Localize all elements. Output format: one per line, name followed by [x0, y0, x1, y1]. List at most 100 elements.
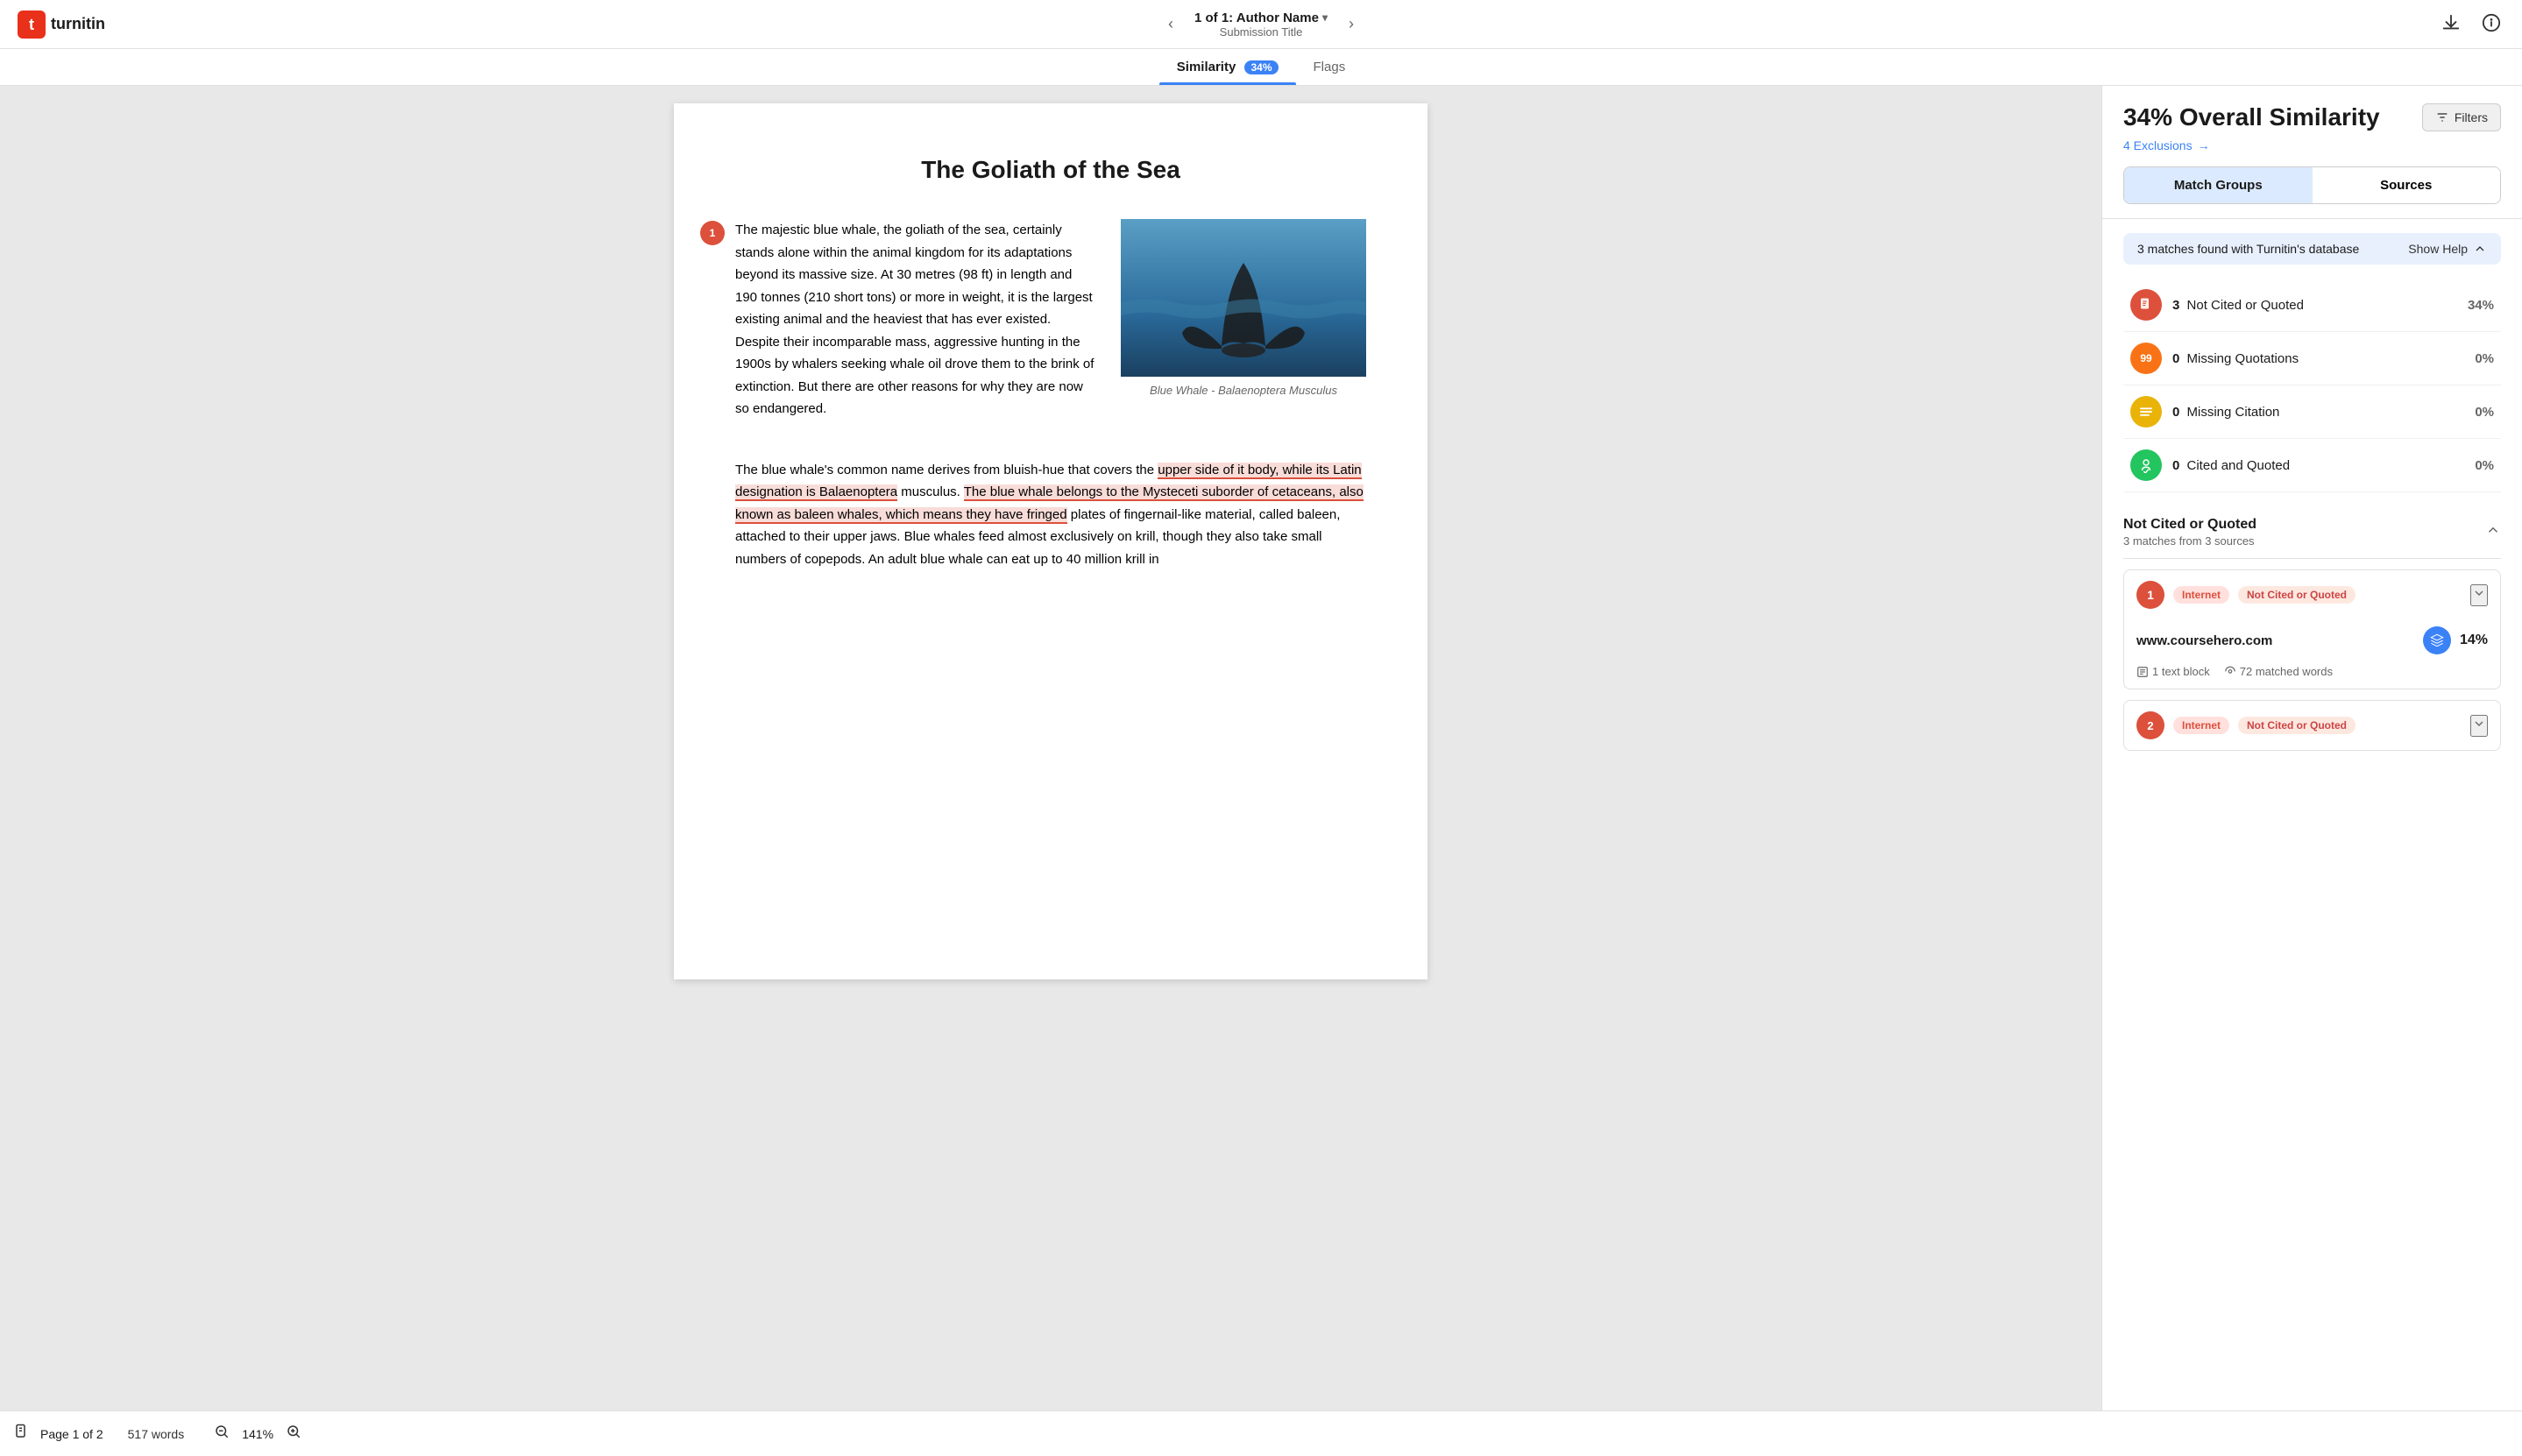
match-type-not-cited[interactable]: 3 Not Cited or Quoted 34%: [2123, 279, 2501, 332]
document-first-paragraph: 1 The majestic blue whale, the goliath o…: [735, 219, 1095, 438]
logo-text: turnitin: [51, 15, 105, 33]
zoom-in-button[interactable]: [280, 1422, 307, 1445]
source-2-tag-not-cited: Not Cited or Quoted: [2238, 717, 2356, 734]
not-cited-section: Not Cited or Quoted 3 matches from 3 sou…: [2123, 506, 2501, 751]
source-card-1: 1 Internet Not Cited or Quoted www.cours…: [2123, 569, 2501, 689]
whale-image-svg: [1121, 219, 1366, 377]
whale-image: [1121, 219, 1366, 377]
match-type-cited-quoted[interactable]: 0 Cited and Quoted 0%: [2123, 439, 2501, 492]
info-icon: [2482, 13, 2501, 32]
filters-button[interactable]: Filters: [2422, 103, 2501, 131]
source-1-tag-not-cited: Not Cited or Quoted: [2238, 586, 2356, 604]
source-1-tag-internet: Internet: [2173, 586, 2229, 604]
image-caption: Blue Whale - Balaenoptera Musculus: [1121, 384, 1366, 397]
source-1-chevron-icon: [2472, 586, 2486, 600]
cited-quoted-pct: 0%: [2475, 458, 2494, 473]
logo: t turnitin: [18, 11, 105, 39]
source-2-expand-button[interactable]: [2470, 715, 2488, 737]
matches-info-text: 3 matches found with Turnitin's database: [2137, 242, 2359, 256]
not-cited-section-title: Not Cited or Quoted: [2123, 517, 2256, 533]
missing-quotations-pct: 0%: [2475, 351, 2494, 366]
download-icon: [2441, 13, 2461, 32]
document-content-section: 1 The majestic blue whale, the goliath o…: [735, 219, 1366, 438]
not-cited-section-subtitle: 3 matches from 3 sources: [2123, 534, 2256, 548]
match-type-missing-quotations[interactable]: 99 0 Missing Quotations 0%: [2123, 332, 2501, 385]
tab-flags[interactable]: Flags: [1296, 49, 1364, 85]
tab-sources[interactable]: Sources: [2313, 167, 2501, 203]
download-button[interactable]: [2438, 10, 2464, 39]
tabs-bar: Similarity 34% Flags: [0, 49, 2522, 86]
missing-quotations-icon: 99: [2130, 343, 2162, 374]
info-button[interactable]: [2478, 10, 2504, 39]
not-cited-icon: [2130, 289, 2162, 321]
submission-dropdown-arrow[interactable]: ▾: [1322, 11, 1328, 24]
missing-citation-pct: 0%: [2475, 405, 2494, 420]
right-panel-header: 34% Overall Similarity Filters 4 Exclusi…: [2102, 86, 2522, 219]
source-1-expand-button[interactable]: [2470, 584, 2488, 606]
match-marker-1[interactable]: 1: [700, 221, 725, 245]
bottom-bar: Page 1 of 2 517 words 141%: [0, 1410, 2522, 1456]
not-cited-pct: 34%: [2468, 298, 2494, 313]
svg-text:t: t: [29, 16, 34, 33]
not-cited-section-title-wrap: Not Cited or Quoted 3 matches from 3 sou…: [2123, 517, 2256, 548]
source-1-meta: 1 text block 72 matched words: [2124, 665, 2500, 689]
document-image-wrap: Blue Whale - Balaenoptera Musculus: [1121, 219, 1366, 438]
paragraph-1: The majestic blue whale, the goliath of …: [735, 219, 1095, 421]
match-type-missing-citation[interactable]: 0 Missing Citation 0%: [2123, 385, 2501, 439]
zoom-out-button[interactable]: [209, 1422, 235, 1445]
missing-citation-label: 0 Missing Citation: [2172, 405, 2464, 420]
source-1-url[interactable]: www.coursehero.com: [2136, 633, 2272, 648]
source-card-2-header: 2 Internet Not Cited or Quoted: [2124, 701, 2500, 750]
page-label: Page 1 of 2: [40, 1427, 103, 1441]
submission-nav: 1 of 1: Author Name ▾: [1194, 11, 1328, 25]
similarity-title: 34% Overall Similarity: [2123, 103, 2380, 131]
document-page: The Goliath of the Sea 1 The majestic bl…: [674, 103, 1427, 979]
source-1-url-row: www.coursehero.com 14%: [2124, 619, 2500, 665]
source-1-matched-words: 72 matched words: [2224, 665, 2333, 678]
tab-similarity[interactable]: Similarity 34%: [1159, 49, 1296, 85]
source-1-num: 1: [2136, 581, 2164, 609]
submission-info: 1 of 1: Author Name ▾ Submission Title: [1194, 11, 1328, 39]
document-title: The Goliath of the Sea: [735, 156, 1366, 184]
text-blocks-icon: [2136, 666, 2149, 678]
tab-match-groups[interactable]: Match Groups: [2124, 167, 2313, 203]
cited-quoted-label: 0 Cited and Quoted: [2172, 458, 2464, 473]
help-chevron-icon: [2473, 242, 2487, 256]
header-right: [2438, 10, 2504, 39]
source-1-avatar: [2423, 626, 2451, 654]
header: t turnitin ‹ 1 of 1: Author Name ▾ Submi…: [0, 0, 2522, 49]
exclusions-link[interactable]: 4 Exclusions →: [2123, 138, 2501, 152]
source-2-tag-internet: Internet: [2173, 717, 2229, 734]
zoom-in-icon: [286, 1424, 301, 1439]
not-cited-svg-icon: [2138, 297, 2154, 313]
right-panel-content: 3 matches found with Turnitin's database…: [2102, 219, 2522, 1410]
missing-citation-svg-icon: [2138, 404, 2154, 420]
source-2-num: 2: [2136, 711, 2164, 739]
not-cited-label: 3 Not Cited or Quoted: [2172, 298, 2457, 313]
source-1-text-blocks: 1 text block: [2136, 665, 2210, 678]
main-container: The Goliath of the Sea 1 The majestic bl…: [0, 86, 2522, 1410]
header-center: ‹ 1 of 1: Author Name ▾ Submission Title…: [1161, 11, 1361, 39]
similarity-badge: 34%: [1244, 60, 1278, 74]
not-cited-collapse-button[interactable]: [2485, 522, 2501, 542]
source-card-1-header: 1 Internet Not Cited or Quoted: [2124, 570, 2500, 619]
right-panel: 34% Overall Similarity Filters 4 Exclusi…: [2101, 86, 2522, 1410]
page-icon: [14, 1424, 30, 1444]
missing-quotations-label: 0 Missing Quotations: [2172, 351, 2464, 366]
show-help-button[interactable]: Show Help: [2408, 242, 2487, 256]
page-svg-icon: [14, 1424, 30, 1439]
matched-words-icon: [2224, 666, 2236, 678]
prev-nav-button[interactable]: ‹: [1161, 11, 1180, 37]
zoom-out-icon: [214, 1424, 230, 1439]
cited-quoted-icon: [2130, 449, 2162, 481]
document-panel: The Goliath of the Sea 1 The majestic bl…: [0, 86, 2101, 1410]
paragraph-2: The blue whale's common name derives fro…: [735, 459, 1366, 571]
filter-icon: [2435, 110, 2449, 124]
next-nav-button[interactable]: ›: [1342, 11, 1361, 37]
source-1-pct: 14%: [2460, 633, 2488, 648]
zoom-controls: 141%: [209, 1422, 307, 1445]
not-cited-section-header: Not Cited or Quoted 3 matches from 3 sou…: [2123, 506, 2501, 559]
source-card-2: 2 Internet Not Cited or Quoted: [2123, 700, 2501, 751]
turnitin-logo-icon: t: [18, 11, 46, 39]
word-count: 517 words: [128, 1427, 185, 1441]
